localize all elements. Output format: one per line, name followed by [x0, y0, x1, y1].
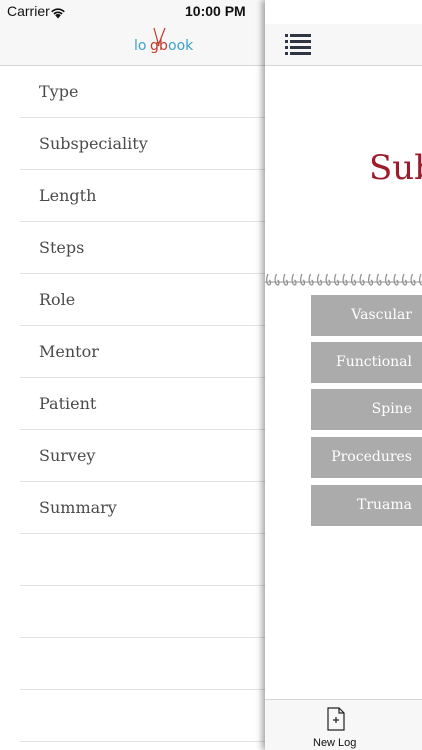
spiral-loop [325, 273, 331, 286]
menu-item-type[interactable]: Type [20, 66, 265, 118]
spiral-loop [274, 273, 280, 286]
new-document-icon[interactable] [327, 707, 345, 735]
menu-item-label: Survey [39, 446, 96, 465]
spiral-loop [393, 273, 399, 286]
menu-empty-row [20, 586, 265, 638]
category-button-procedures[interactable]: Procedures [311, 437, 422, 478]
spiral-loop [300, 273, 306, 286]
spiral-loop [334, 273, 340, 286]
menu-item-label: Mentor [39, 342, 99, 361]
bottom-tab-bar: New Log [265, 699, 422, 750]
main-content-panel: Sub Vascular Functional Spine Procedures… [265, 0, 422, 750]
menu-empty-row [20, 638, 265, 690]
spiral-loop [402, 273, 408, 286]
notebook-spiral-divider [265, 273, 422, 286]
spiral-loop [308, 273, 314, 286]
carrier-label: Carrier [7, 3, 50, 19]
spiral-loop [385, 273, 391, 286]
menu-item-label: Summary [39, 498, 117, 517]
spiral-loop [410, 273, 416, 286]
menu-list: Type Subspeciality Length Steps Role Men… [0, 66, 265, 750]
spiral-loop [368, 273, 374, 286]
logo-text-g: g [150, 38, 159, 54]
menu-item-label: Type [39, 82, 79, 101]
menu-item-mentor[interactable]: Mentor [20, 326, 265, 378]
category-button-spine[interactable]: Spine [311, 389, 422, 430]
spiral-loop [359, 273, 365, 286]
logo-text-ook: ook [168, 38, 194, 54]
clock: 10:00 PM [185, 3, 246, 19]
category-button-truama[interactable]: Truama [311, 485, 422, 526]
menu-item-label: Steps [39, 238, 85, 257]
spiral-loop [291, 273, 297, 286]
menu-item-role[interactable]: Role [20, 274, 265, 326]
menu-item-label: Role [39, 290, 76, 309]
menu-item-length[interactable]: Length [20, 170, 265, 222]
page-title: Sub [369, 148, 422, 188]
main-header [265, 24, 422, 66]
menu-item-label: Length [39, 186, 97, 205]
spiral-loop [266, 273, 272, 286]
menu-empty-row [20, 534, 265, 586]
menu-item-label: Subspeciality [39, 134, 148, 153]
category-button-functional[interactable]: Functional [311, 342, 422, 383]
spiral-loop [351, 273, 357, 286]
spiral-loop [376, 273, 382, 286]
spiral-loop [342, 273, 348, 286]
menu-item-subspeciality[interactable]: Subspeciality [20, 118, 265, 170]
menu-item-patient[interactable]: Patient [20, 378, 265, 430]
menu-item-summary[interactable]: Summary [20, 482, 265, 534]
wifi-icon [50, 4, 66, 23]
list-menu-icon[interactable] [285, 32, 311, 60]
menu-item-survey[interactable]: Survey [20, 430, 265, 482]
logo-text-lo: lo [134, 38, 146, 54]
logo-text-b: b [159, 38, 168, 54]
spiral-loop [283, 273, 289, 286]
menu-item-label: Patient [39, 394, 97, 413]
new-log-tab-label[interactable]: New Log [313, 737, 356, 749]
menu-item-steps[interactable]: Steps [20, 222, 265, 274]
category-button-vascular[interactable]: Vascular [311, 295, 422, 336]
menu-header: lo g b ook [0, 24, 265, 66]
menu-empty-row [20, 690, 265, 742]
spiral-loop [317, 273, 323, 286]
logbook-logo: lo g b ook [134, 27, 194, 54]
